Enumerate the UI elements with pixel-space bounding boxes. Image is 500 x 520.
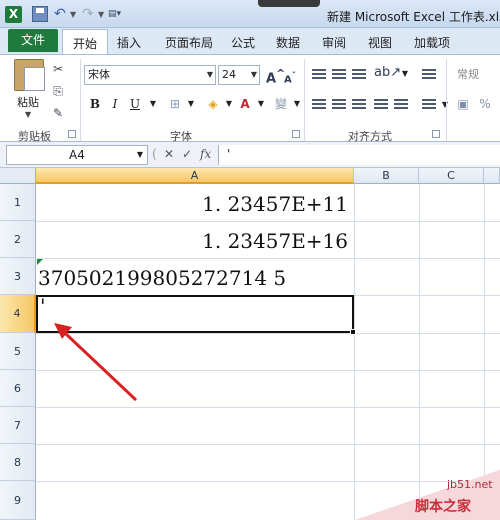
format-painter-icon[interactable]: ✎ bbox=[50, 105, 66, 121]
middle-align-icon[interactable] bbox=[332, 69, 346, 81]
orientation-dropdown-icon[interactable]: ▼ bbox=[396, 65, 414, 83]
redo-icon[interactable]: ↷ bbox=[82, 6, 98, 22]
paste-dropdown-icon[interactable]: ▼ bbox=[25, 110, 31, 119]
title-bar: X ↶ ▼ ↷ ▼ ▤▾ 新建 Microsoft Excel 工作表.xls … bbox=[0, 0, 500, 28]
tab-home[interactable]: 开始 bbox=[62, 29, 109, 54]
redo-dropdown-icon[interactable]: ▼ bbox=[98, 10, 104, 19]
watermark-domain: jb51.net bbox=[447, 478, 493, 491]
name-box[interactable]: A4 ▼ bbox=[6, 145, 148, 165]
chevron-down-icon: ▼ bbox=[206, 70, 213, 79]
watermark: jb51.net 脚本之家 bbox=[355, 468, 500, 520]
formula-bar-grip-icon: ( bbox=[152, 147, 157, 161]
window-title: 新建 Microsoft Excel 工作表.xls [兼 bbox=[327, 10, 500, 24]
group-divider bbox=[80, 59, 81, 141]
group-divider bbox=[304, 59, 305, 141]
font-launcher-icon[interactable] bbox=[292, 130, 300, 138]
tab-insert[interactable]: 插入 bbox=[117, 34, 141, 51]
window-tab-handle bbox=[258, 0, 320, 7]
chevron-down-icon: ▼ bbox=[136, 150, 143, 159]
tab-addins[interactable]: 加载项 bbox=[414, 34, 450, 51]
save-icon[interactable] bbox=[32, 6, 48, 22]
copy-icon[interactable]: ⎘ bbox=[50, 83, 66, 99]
ribbon-tab-row: 文件 开始 插入 页面布局 公式 数据 审阅 视图 加载项 bbox=[0, 28, 500, 54]
chevron-down-icon: ▼ bbox=[250, 70, 257, 79]
underline-button[interactable]: U bbox=[126, 95, 144, 113]
tab-formulas[interactable]: 公式 bbox=[231, 34, 255, 51]
borders-dropdown-icon[interactable]: ▼ bbox=[182, 95, 200, 113]
ribbon-home: 粘贴 ▼ ✂ ⎘ ✎ 剪贴板 宋体 ▼ 24 ▼ A^ Aˇ B I U ▼ ⊞… bbox=[0, 54, 500, 143]
font-color-dropdown-icon[interactable]: ▼ bbox=[252, 95, 270, 113]
align-center-icon[interactable] bbox=[332, 99, 346, 111]
tab-view[interactable]: 视图 bbox=[368, 34, 392, 51]
insert-function-button[interactable]: fx bbox=[200, 147, 211, 161]
excel-logo-icon[interactable]: X bbox=[5, 6, 22, 23]
name-box-value: A4 bbox=[69, 148, 85, 162]
percent-format-icon[interactable]: % bbox=[476, 95, 494, 113]
merge-center-icon[interactable] bbox=[422, 99, 436, 111]
decrease-indent-icon[interactable] bbox=[374, 99, 388, 111]
grow-font-icon[interactable]: A^ bbox=[266, 67, 285, 86]
font-name-value: 宋体 bbox=[88, 68, 110, 81]
cut-icon[interactable]: ✂ bbox=[50, 61, 66, 77]
watermark-name: 脚本之家 bbox=[415, 499, 471, 515]
italic-button[interactable]: I bbox=[106, 95, 124, 113]
top-align-icon[interactable] bbox=[312, 69, 326, 81]
align-right-icon[interactable] bbox=[352, 99, 366, 111]
font-name-select[interactable]: 宋体 ▼ bbox=[84, 65, 216, 85]
wrap-text-icon[interactable] bbox=[422, 69, 436, 81]
cancel-edit-icon[interactable]: ✕ bbox=[164, 147, 174, 161]
underline-dropdown-icon[interactable]: ▼ bbox=[144, 95, 162, 113]
tab-review[interactable]: 审阅 bbox=[322, 34, 346, 51]
tab-data[interactable]: 数据 bbox=[276, 34, 300, 51]
paste-button[interactable]: 粘贴 bbox=[17, 94, 39, 110]
clipboard-launcher-icon[interactable] bbox=[68, 130, 76, 138]
undo-dropdown-icon[interactable]: ▼ bbox=[70, 10, 76, 19]
formula-bar: A4 ▼ ( ✕ ✓ fx ' bbox=[0, 142, 500, 168]
font-size-value: 24 bbox=[222, 68, 236, 81]
merge-dropdown-icon[interactable]: ▼ bbox=[436, 96, 454, 114]
shrink-font-icon[interactable]: Aˇ bbox=[284, 70, 296, 85]
number-format-select[interactable]: 常规 bbox=[452, 65, 500, 85]
excel-window: X ↶ ▼ ↷ ▼ ▤▾ 新建 Microsoft Excel 工作表.xls … bbox=[0, 0, 500, 520]
tab-file[interactable]: 文件 bbox=[8, 29, 58, 52]
paste-icon[interactable] bbox=[14, 59, 45, 91]
bottom-align-icon[interactable] bbox=[352, 69, 366, 81]
formula-input[interactable]: ' bbox=[218, 145, 500, 165]
undo-icon[interactable]: ↶ bbox=[54, 6, 70, 22]
confirm-edit-icon[interactable]: ✓ bbox=[182, 147, 192, 161]
currency-format-icon[interactable]: ▣ bbox=[454, 95, 472, 113]
increase-indent-icon[interactable] bbox=[394, 99, 408, 111]
tab-page-layout[interactable]: 页面布局 bbox=[165, 34, 213, 51]
align-left-icon[interactable] bbox=[312, 99, 326, 111]
group-divider bbox=[446, 59, 447, 141]
font-size-select[interactable]: 24 ▼ bbox=[218, 65, 260, 85]
alignment-launcher-icon[interactable] bbox=[432, 130, 440, 138]
customize-toolbar-icon[interactable]: ▤▾ bbox=[108, 6, 130, 22]
bold-button[interactable]: B bbox=[86, 95, 104, 113]
